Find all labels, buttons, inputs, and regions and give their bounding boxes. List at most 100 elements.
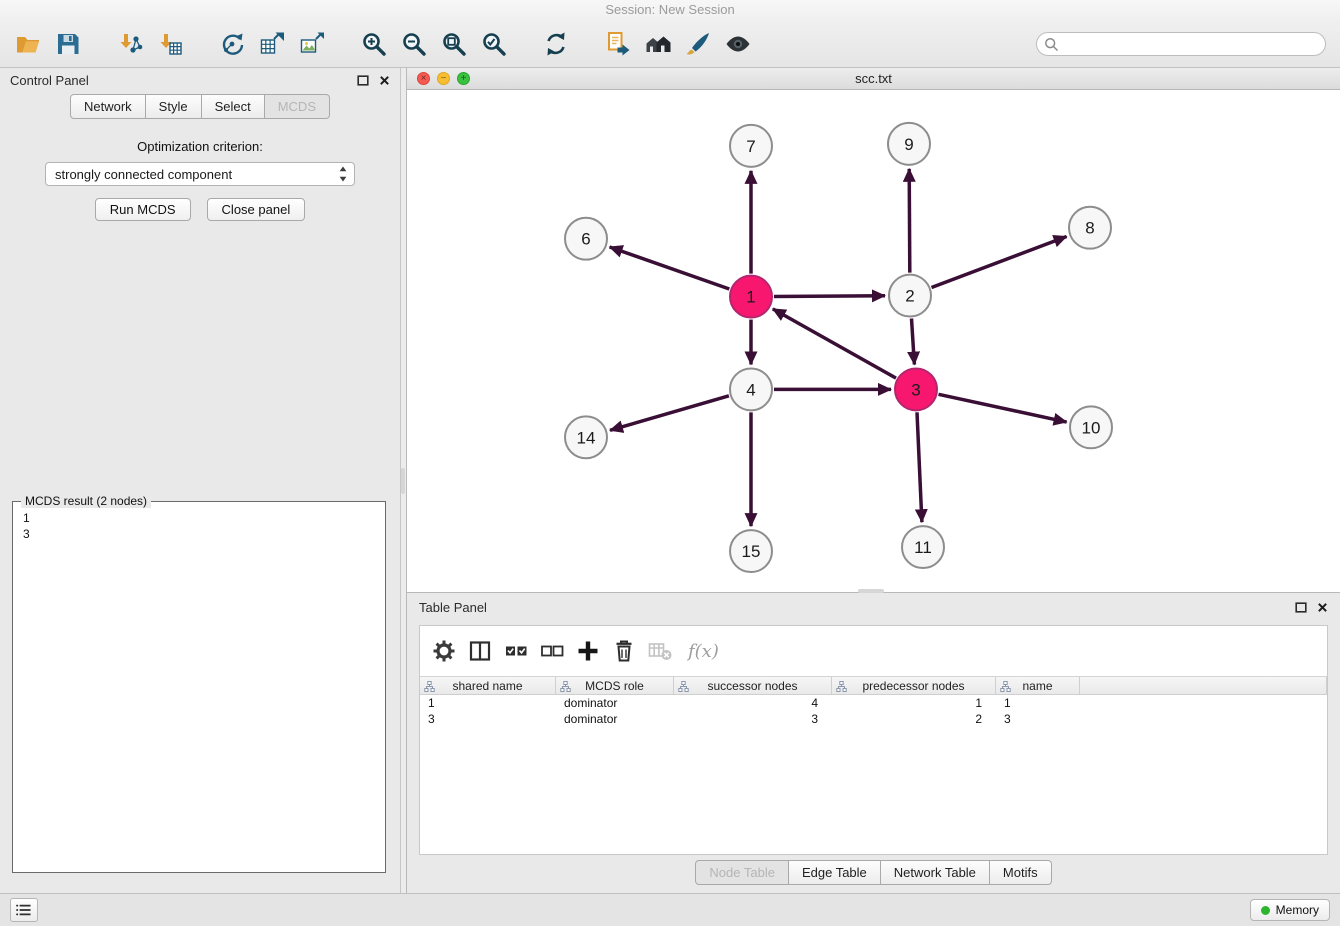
zoom-out-button[interactable] [397, 26, 431, 62]
column-header-label: MCDS role [585, 679, 644, 693]
table-tab-motifs[interactable]: Motifs [990, 860, 1052, 885]
float-table-panel-icon[interactable] [1295, 602, 1307, 613]
cell-name[interactable]: 1 [996, 695, 1080, 711]
network-canvas[interactable]: 7 9 6 8 1 2 4 3 14 10 15 11 [407, 90, 1340, 592]
node-8[interactable]: 8 [1069, 207, 1111, 249]
control-panel-title: Control Panel [10, 73, 89, 88]
add-column-icon [575, 638, 601, 664]
task-history-button[interactable] [10, 898, 38, 922]
node-9[interactable]: 9 [888, 123, 930, 165]
column-header-successor-nodes[interactable]: successor nodes [674, 677, 832, 694]
node-7[interactable]: 7 [730, 125, 772, 167]
node-14[interactable]: 14 [565, 416, 607, 458]
delete-columns-button[interactable] [608, 635, 640, 667]
table-row[interactable]: 3dominator323 [420, 711, 1327, 727]
import-network-from-database-button[interactable] [601, 26, 635, 62]
node-11[interactable]: 11 [902, 526, 944, 568]
close-panel-icon[interactable] [379, 75, 390, 86]
control-tab-mcds[interactable]: MCDS [265, 94, 330, 119]
control-panel: Control Panel NetworkStyleSelectMCDS Opt… [0, 68, 401, 893]
cell-MCDS-role[interactable]: dominator [556, 695, 674, 711]
cell-MCDS-role[interactable]: dominator [556, 711, 674, 727]
node-2[interactable]: 2 [889, 275, 931, 317]
export-image-button[interactable] [295, 26, 329, 62]
edge-1-to-2[interactable] [774, 296, 885, 297]
node-6[interactable]: 6 [565, 218, 607, 260]
cyndex-home-button[interactable] [641, 26, 675, 62]
apply-style-button[interactable] [681, 26, 715, 62]
zoom-fit-button[interactable] [437, 26, 471, 62]
edge-2-to-3[interactable] [912, 319, 915, 365]
zoom-fit-icon [441, 31, 467, 57]
zoom-in-button[interactable] [357, 26, 391, 62]
column-header-shared-name[interactable]: shared name [420, 677, 556, 694]
node-4[interactable]: 4 [730, 368, 772, 410]
show-hide-graphics-button[interactable] [721, 26, 755, 62]
window-minimize-button[interactable]: − [437, 72, 450, 85]
delete-table-button[interactable] [644, 635, 676, 667]
table-tab-node-table[interactable]: Node Table [695, 860, 789, 885]
edge-1-to-6[interactable] [610, 247, 730, 289]
task-list-icon [15, 902, 33, 918]
unselect-all-columns-button[interactable] [536, 635, 568, 667]
float-panel-icon[interactable] [357, 75, 369, 86]
control-tab-style[interactable]: Style [146, 94, 202, 119]
node-3[interactable]: 3 [895, 368, 937, 410]
window-close-button[interactable]: × [417, 72, 430, 85]
column-tree-icon [1000, 681, 1011, 692]
cell-shared-name[interactable]: 3 [420, 711, 556, 727]
node-label: 6 [581, 230, 590, 249]
column-header-predecessor-nodes[interactable]: predecessor nodes [832, 677, 996, 694]
show-columns-button[interactable] [464, 635, 496, 667]
node-label: 14 [577, 428, 596, 447]
node-1[interactable]: 1 [730, 276, 772, 318]
criterion-dropdown[interactable]: strongly connected component [45, 162, 355, 186]
column-header-name[interactable]: name [996, 677, 1080, 694]
import-table-from-file-button[interactable] [153, 26, 187, 62]
column-header-MCDS-role[interactable]: MCDS role [556, 677, 674, 694]
table-panel-header: Table Panel [407, 593, 1340, 621]
new-network-button[interactable] [215, 26, 249, 62]
export-table-button[interactable] [255, 26, 289, 62]
cell-successor-nodes[interactable]: 4 [674, 695, 832, 711]
table-row[interactable]: 1dominator411 [420, 695, 1327, 711]
search-container [1036, 32, 1326, 56]
save-session-button[interactable] [51, 26, 85, 62]
memory-button[interactable]: Memory [1250, 899, 1330, 921]
open-session-button[interactable] [11, 26, 45, 62]
control-tab-select[interactable]: Select [202, 94, 265, 119]
control-tab-network[interactable]: Network [70, 94, 146, 119]
search-input[interactable] [1036, 32, 1326, 56]
cell-predecessor-nodes[interactable]: 1 [832, 695, 996, 711]
window-zoom-button[interactable]: + [457, 72, 470, 85]
run-mcds-button[interactable]: Run MCDS [95, 198, 191, 221]
import-network-from-file-button[interactable] [113, 26, 147, 62]
close-table-panel-icon[interactable] [1317, 602, 1328, 613]
table-tab-edge-table[interactable]: Edge Table [789, 860, 881, 885]
vertical-splitter-grip[interactable] [401, 468, 405, 494]
node-10[interactable]: 10 [1070, 406, 1112, 448]
edge-3-to-1[interactable] [773, 309, 896, 378]
table-tab-network-table[interactable]: Network Table [881, 860, 990, 885]
function-builder-button[interactable]: f(x) [688, 641, 719, 662]
memory-indicator-icon [1261, 906, 1270, 915]
edge-3-to-10[interactable] [939, 394, 1067, 422]
mcds-result-list: 13 [15, 510, 383, 542]
add-column-button[interactable] [572, 635, 604, 667]
edge-4-to-14[interactable] [610, 396, 729, 431]
node-label: 10 [1082, 418, 1101, 437]
node-15[interactable]: 15 [730, 530, 772, 572]
export-image-icon [299, 31, 325, 57]
apply-preferred-layout-button[interactable] [539, 26, 573, 62]
select-all-columns-button[interactable] [500, 635, 532, 667]
zoom-selected-button[interactable] [477, 26, 511, 62]
close-mcds-panel-button[interactable]: Close panel [207, 198, 306, 221]
cell-predecessor-nodes[interactable]: 2 [832, 711, 996, 727]
cell-name[interactable]: 3 [996, 711, 1080, 727]
table-options-button[interactable] [428, 635, 460, 667]
edge-2-to-9[interactable] [909, 169, 910, 273]
cell-shared-name[interactable]: 1 [420, 695, 556, 711]
edge-2-to-8[interactable] [932, 237, 1067, 288]
edge-3-to-11[interactable] [917, 412, 922, 522]
cell-successor-nodes[interactable]: 3 [674, 711, 832, 727]
